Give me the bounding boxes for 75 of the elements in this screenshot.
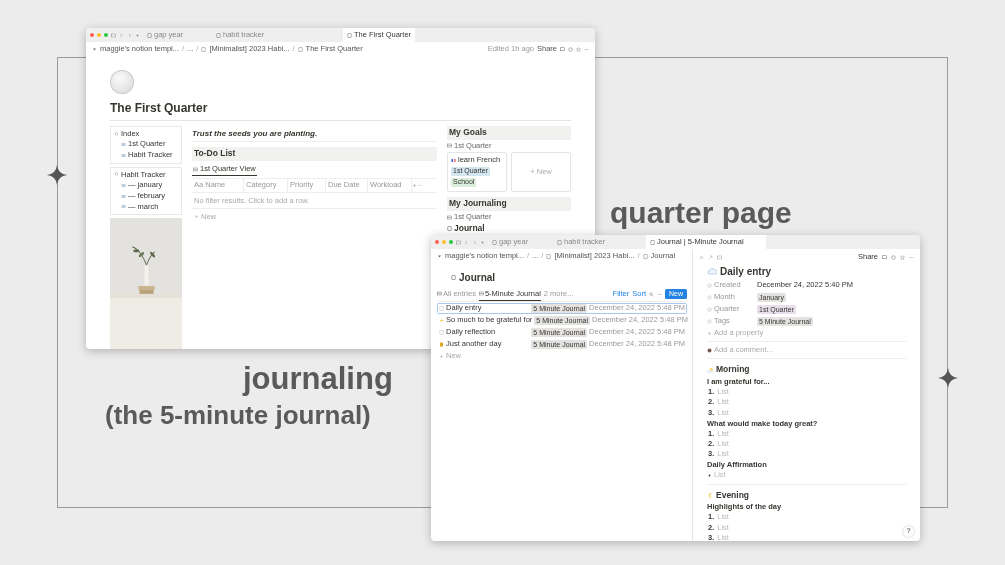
tab-icon: [557, 239, 562, 245]
forward-icon: [127, 32, 132, 38]
page-icon: [642, 253, 648, 259]
paperclip-icon: [114, 172, 119, 178]
plus-icon: [480, 239, 485, 245]
avatar-icon: [707, 347, 712, 353]
badge-icon: [439, 342, 444, 348]
star-icon: [900, 254, 905, 260]
plus-icon: [439, 353, 444, 359]
minimize-button[interactable]: [442, 240, 446, 244]
quote-text: Trust the seeds you are planting.: [192, 125, 437, 142]
bullet-icon: [708, 474, 711, 478]
page-icon: [546, 253, 552, 259]
section-heading: Morning: [716, 365, 750, 375]
tab-icon: [347, 32, 352, 38]
clock-icon: [568, 46, 573, 52]
clock-icon: [891, 254, 896, 260]
tab-icon: [650, 239, 655, 245]
close-button[interactable]: [435, 240, 439, 244]
page-icon: [439, 306, 444, 312]
comment-icon: [882, 254, 887, 260]
caption-text: journaling: [243, 363, 393, 394]
table-icon: [193, 166, 198, 172]
panel-icon: [717, 254, 722, 260]
expand-icon: [708, 254, 713, 260]
minimize-button[interactable]: [97, 33, 101, 37]
page-icon: [110, 70, 134, 94]
close-button[interactable]: [90, 33, 94, 37]
plus-icon: [135, 32, 140, 38]
collapse-icon: [699, 254, 704, 260]
sidebar-icon: [456, 239, 461, 245]
zoom-button[interactable]: [104, 33, 108, 37]
notebook-icon: [447, 225, 452, 231]
flag-icon: [451, 158, 456, 163]
tab-icon: [147, 32, 152, 38]
page-title: Journal: [459, 272, 496, 284]
forward-icon: [472, 239, 477, 245]
sun-cloud-icon: [707, 366, 714, 374]
page-icon: [201, 46, 207, 52]
table-icon: [447, 214, 452, 220]
notebook-icon: [451, 275, 456, 281]
page-title: The First Quarter: [110, 102, 571, 121]
plus-icon: [707, 330, 712, 336]
caption-text: (the 5-minute journal): [105, 402, 371, 428]
database-title: Journal: [454, 223, 485, 234]
caption-text: quarter page: [610, 198, 792, 228]
comment-icon: [560, 46, 565, 52]
caret-icon: [92, 46, 97, 52]
moon-icon: [707, 491, 714, 499]
table-icon: [447, 143, 452, 149]
sparkle-icon: [47, 165, 67, 185]
star-icon: [576, 46, 581, 52]
sparkle-icon: [439, 318, 444, 324]
page-icon: [297, 46, 303, 52]
table-icon: [437, 291, 442, 297]
cloud-icon: [707, 266, 717, 277]
paperclip-icon: [114, 131, 119, 137]
tab-icon: [216, 32, 221, 38]
caret-icon: [437, 253, 442, 259]
plus-icon: [412, 183, 417, 189]
back-icon: [119, 32, 124, 38]
zoom-button[interactable]: [449, 240, 453, 244]
tab-icon: [492, 239, 497, 245]
page-icon: [439, 330, 444, 336]
page-title: Daily entry: [720, 265, 772, 278]
search-icon: [649, 291, 654, 297]
section-heading: My Goals: [447, 125, 571, 140]
sparkle-icon: [938, 368, 958, 388]
back-icon: [464, 239, 469, 245]
section-heading: To-Do List: [192, 147, 437, 161]
section-heading: My Journaling: [447, 197, 571, 211]
sidebar-icon: [111, 32, 116, 38]
table-icon: [478, 291, 484, 297]
plus-icon: [194, 214, 199, 220]
section-heading: Evening: [716, 490, 750, 501]
